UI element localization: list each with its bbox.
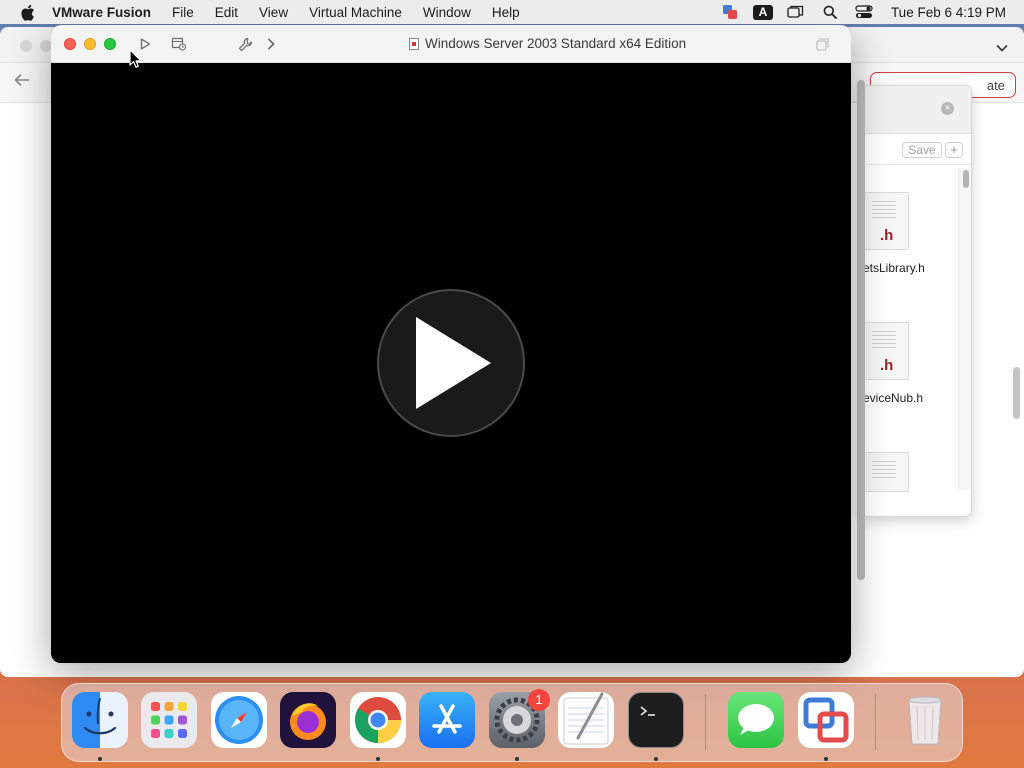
update-button-label: ate [986,77,1005,93]
file-extension: .h [880,227,894,244]
vmware-fusion-icon[interactable] [798,692,854,748]
file-lines [872,331,896,351]
file-label[interactable]: eviceNub.h [863,391,923,405]
app-menu[interactable]: VMware Fusion [52,5,151,20]
snapshot-icon[interactable] [170,35,188,53]
menu-file[interactable]: File [172,5,194,20]
vmware-fusion-running-dot [824,757,828,761]
panel-scroll-thumb[interactable] [963,170,969,188]
vmware-vm-window: Windows Server 2003 Standard x64 Edition [51,25,851,663]
dock-separator [705,694,706,750]
apple-menu-icon[interactable] [18,3,36,21]
input-source-icon[interactable]: A [752,4,773,20]
file-lines [872,461,896,481]
window-title-text: Windows Server 2003 Standard x64 Edition [425,36,687,51]
wrench-settings-icon[interactable] [236,35,254,53]
header-file-icon[interactable] [863,452,909,492]
panel-scrollbar[interactable] [958,168,971,490]
terminal-running-dot [654,757,658,761]
zoom-window-button[interactable] [104,38,116,50]
chevron-down-icon[interactable] [996,39,1008,55]
menu-edit[interactable]: Edit [215,5,238,20]
screen-mirroring-icon[interactable] [785,3,807,21]
save-button[interactable]: Save [902,142,942,158]
menubar-clock[interactable]: Tue Feb 6 4:19 PM [891,5,1006,20]
chrome-icon[interactable] [350,692,406,748]
vm-window-scrollbar[interactable] [857,80,865,580]
panel-search-bar[interactable]: × [861,86,971,134]
vm-document-icon [409,37,419,50]
terminal-icon[interactable] [628,692,684,748]
window-title: Windows Server 2003 Standard x64 Edition [409,36,686,51]
menu-virtual-machine[interactable]: Virtual Machine [309,5,402,20]
back-arrow-icon[interactable] [14,71,30,92]
trash-icon[interactable] [897,692,953,748]
menu-bar: VMware Fusion File Edit View Virtual Mac… [0,0,1024,24]
bg-close-dot[interactable] [20,40,32,52]
dock: 1 [61,683,963,762]
messages-icon[interactable] [728,692,784,748]
play-vm-button[interactable] [377,289,525,437]
minimize-window-button[interactable] [84,38,96,50]
file-browser-panel: × Save + .h etsLibrary.h .h eviceNub.h [860,85,972,517]
panel-divider [861,164,971,165]
chevron-right-icon[interactable] [262,35,280,53]
menu-window[interactable]: Window [423,5,471,20]
control-center-icon[interactable] [853,3,875,21]
finder-running-dot [98,757,102,761]
menu-view[interactable]: View [259,5,288,20]
dock-separator [875,694,876,750]
app-store-icon[interactable] [419,692,475,748]
vmware-status-icon[interactable] [719,3,741,21]
chrome-running-dot [376,757,380,761]
background-scrollbar[interactable] [1013,367,1020,419]
notification-badge: 1 [528,689,550,711]
clear-search-icon[interactable]: × [941,102,954,115]
header-file-icon[interactable]: .h [863,192,909,250]
add-button[interactable]: + [945,142,963,158]
file-lines [872,201,896,221]
firefox-icon[interactable] [280,692,336,748]
play-icon [416,317,491,409]
close-window-button[interactable] [64,38,76,50]
vm-console-screen[interactable] [51,63,851,663]
finder-icon[interactable] [72,692,128,748]
spotlight-search-icon[interactable] [819,3,841,21]
header-file-icon[interactable]: .h [863,322,909,380]
file-extension: .h [880,357,894,374]
vm-titlebar: Windows Server 2003 Standard x64 Edition [51,25,851,63]
safari-icon[interactable] [211,692,267,748]
system-preferences-running-dot [515,757,519,761]
textedit-icon[interactable] [558,692,614,748]
menu-help[interactable]: Help [492,5,520,20]
unity-view-icon[interactable] [813,35,831,53]
launchpad-icon[interactable] [141,692,197,748]
file-label[interactable]: etsLibrary.h [863,261,925,275]
mouse-cursor-icon [129,49,143,74]
